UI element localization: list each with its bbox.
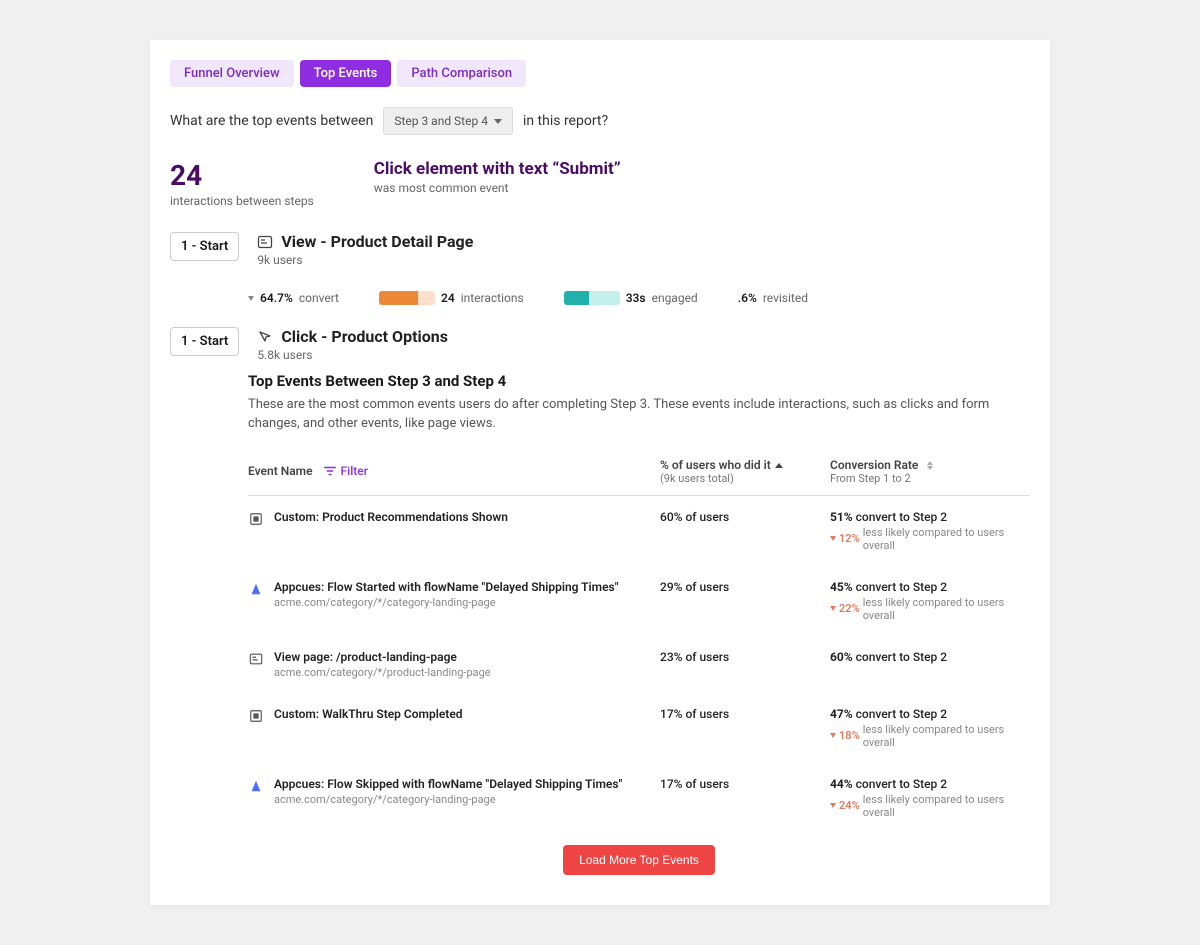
down-arrow-icon — [830, 803, 836, 808]
top-events-desc: These are the most common events users d… — [248, 396, 1030, 434]
chevron-down-icon — [494, 119, 502, 124]
metric-engaged: 33s engaged — [564, 291, 698, 305]
convert-label: convert — [299, 291, 339, 305]
interactions-label: interactions — [461, 291, 524, 305]
event-row[interactable]: Custom: WalkThru Step Completed 17% of us… — [248, 693, 1030, 763]
event-pct: 17% of users — [660, 707, 820, 749]
filter-button[interactable]: Filter — [323, 464, 368, 478]
event-conversion: 45% convert to Step 222% less likely com… — [830, 580, 1030, 622]
engaged-label: engaged — [652, 291, 698, 305]
event-pct: 17% of users — [660, 777, 820, 819]
event-row[interactable]: Custom: Product Recommendations Shown 60%… — [248, 496, 1030, 566]
event-title: Custom: WalkThru Step Completed — [274, 707, 463, 721]
step-row-2: 1 - Start Click - Product Options 5.8k u… — [170, 327, 1030, 362]
revisited-pct: .6% — [738, 291, 757, 305]
page-view-icon — [248, 651, 264, 667]
event-row[interactable]: Appcues: Flow Skipped with flowName "Del… — [248, 763, 1030, 833]
down-arrow-icon — [830, 606, 836, 611]
step-title: Click - Product Options — [257, 327, 1030, 346]
metric-convert: 64.7% convert — [248, 291, 339, 305]
sort-up-icon — [775, 463, 783, 468]
step-badge[interactable]: 1 - Start — [170, 232, 239, 261]
step-range-dropdown[interactable]: Step 3 and Step 4 — [383, 107, 513, 135]
step-metrics: 64.7% convert 24 interactions 33s engage… — [170, 277, 1030, 327]
metric-interactions: 24 interactions — [379, 291, 524, 305]
event-conversion: 47% convert to Step 218% less likely com… — [830, 707, 1030, 749]
event-url: acme.com/category/*/category-landing-pag… — [274, 596, 619, 609]
query-suffix: in this report? — [523, 113, 608, 129]
event-row[interactable]: Appcues: Flow Started with flowName "Del… — [248, 566, 1030, 636]
page-view-icon — [257, 234, 273, 250]
tab-top-events[interactable]: Top Events — [300, 60, 392, 87]
sort-updown-icon — [927, 461, 933, 470]
event-title: Custom: Product Recommendations Shown — [274, 510, 508, 524]
convert-pct: 64.7% — [260, 291, 293, 305]
step-row-1: 1 - Start View - Product Detail Page 9k … — [170, 232, 1030, 267]
report-tabs: Funnel Overview Top Events Path Comparis… — [170, 60, 1030, 87]
query-prefix: What are the top events between — [170, 113, 373, 129]
step-title-text: View - Product Detail Page — [281, 232, 473, 251]
event-pct: 29% of users — [660, 580, 820, 622]
interaction-count-block: 24 interactions between steps — [170, 159, 314, 208]
down-arrow-icon — [830, 733, 836, 738]
top-event-name: Click element with text “Submit” — [374, 159, 621, 179]
step-title-text: Click - Product Options — [281, 327, 448, 346]
interaction-count: 24 — [170, 159, 314, 192]
appcues-icon — [248, 581, 264, 597]
top-events-title: Top Events Between Step 3 and Step 4 — [248, 372, 1030, 390]
appcues-icon — [248, 778, 264, 794]
tab-funnel-overview[interactable]: Funnel Overview — [170, 60, 294, 87]
step-users: 9k users — [257, 253, 1030, 267]
summary-row: 24 interactions between steps Click elem… — [170, 159, 1030, 208]
filter-icon — [323, 464, 337, 478]
col-pct[interactable]: % of users who did it (9k users total) — [660, 458, 820, 485]
engaged-bar — [564, 291, 620, 305]
custom-icon — [248, 511, 264, 527]
col-pct-label: % of users who did it — [660, 458, 771, 472]
col-conversion-label: Conversion Rate — [830, 458, 918, 472]
metric-revisited: .6% revisited — [738, 291, 808, 305]
event-row[interactable]: View page: /product-landing-page acme.com… — [248, 636, 1030, 693]
interaction-count-label: interactions between steps — [170, 194, 314, 208]
down-arrow-icon — [830, 536, 836, 541]
col-conversion[interactable]: Conversion Rate From Step 1 to 2 — [830, 458, 1030, 485]
top-event-label: was most common event — [374, 181, 621, 195]
filter-label: Filter — [341, 464, 368, 478]
interactions-bar — [379, 291, 435, 305]
report-page: Funnel Overview Top Events Path Comparis… — [150, 40, 1050, 905]
tab-path-comparison[interactable]: Path Comparison — [397, 60, 526, 87]
event-pct: 23% of users — [660, 650, 820, 679]
click-icon — [257, 329, 273, 345]
event-conversion: 60% convert to Step 2 — [830, 650, 1030, 679]
dropdown-selected: Step 3 and Step 4 — [394, 114, 488, 128]
events-table-header: Event Name Filter % of users who did it … — [248, 452, 1030, 496]
event-title: Appcues: Flow Started with flowName "Del… — [274, 580, 619, 594]
col-pct-sub: (9k users total) — [660, 472, 820, 485]
event-url: acme.com/category/*/category-landing-pag… — [274, 793, 622, 806]
interactions-count: 24 — [441, 291, 455, 305]
event-title: Appcues: Flow Skipped with flowName "Del… — [274, 777, 622, 791]
col-event-name: Event Name — [248, 464, 313, 478]
down-arrow-icon — [248, 296, 254, 301]
step-users: 5.8k users — [257, 348, 1030, 362]
top-event-block: Click element with text “Submit” was mos… — [374, 159, 621, 208]
events-table-body: Custom: Product Recommendations Shown 60%… — [248, 496, 1030, 833]
event-pct: 60% of users — [660, 510, 820, 552]
step-title: View - Product Detail Page — [257, 232, 1030, 251]
event-conversion: 51% convert to Step 212% less likely com… — [830, 510, 1030, 552]
custom-icon — [248, 708, 264, 724]
col-conversion-sub: From Step 1 to 2 — [830, 472, 1030, 485]
load-more-button[interactable]: Load More Top Events — [563, 845, 715, 875]
event-url: acme.com/category/*/product-landing-page — [274, 666, 491, 679]
revisited-label: revisited — [763, 291, 808, 305]
query-row: What are the top events between Step 3 a… — [170, 107, 1030, 135]
event-conversion: 44% convert to Step 224% less likely com… — [830, 777, 1030, 819]
engaged-time: 33s — [626, 291, 646, 305]
event-title: View page: /product-landing-page — [274, 650, 491, 664]
step-badge[interactable]: 1 - Start — [170, 327, 239, 356]
